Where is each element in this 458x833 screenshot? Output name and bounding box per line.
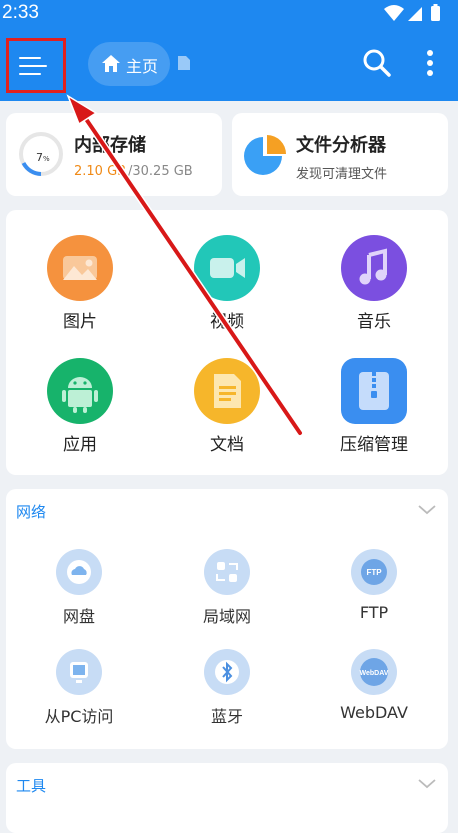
music-icon	[341, 235, 407, 301]
tools-title: 工具	[16, 777, 47, 795]
storage-total: /30.25 GB	[128, 164, 193, 179]
status-icons	[384, 4, 440, 21]
archive-icon	[341, 358, 407, 424]
file-analyzer-card[interactable]: 文件分析器 发现可清理文件	[232, 113, 448, 196]
signal-icon	[408, 7, 422, 21]
category-music[interactable]: 音乐	[314, 235, 434, 332]
category-label: 文档	[210, 435, 244, 455]
app-header: 2:33 主页	[0, 0, 458, 101]
webdav-icon: WebDAV	[351, 649, 397, 695]
storage-percent: 7%	[36, 151, 50, 164]
image-icon	[47, 235, 113, 301]
network-label: 网盘	[62, 607, 95, 626]
network-title: 网络	[16, 503, 47, 521]
analyzer-subtitle: 发现可清理文件	[296, 167, 388, 182]
storage-used: 2.10 GB	[74, 164, 127, 179]
network-label: FTP	[359, 603, 389, 622]
svg-text:WebDAV: WebDAV	[360, 670, 389, 677]
home-label: 主页	[126, 57, 159, 76]
category-label: 压缩管理	[340, 435, 408, 455]
network-label: 从PC访问	[44, 707, 114, 726]
pc-icon	[56, 649, 102, 695]
network-label: 局域网	[202, 607, 251, 626]
network-section: 网络 网盘 局域网 FTP FTP 从PC访问 蓝牙 WebDAV WebDAV	[6, 489, 448, 749]
ftp-icon: FTP	[351, 549, 397, 595]
home-icon	[102, 55, 120, 72]
network-label: 蓝牙	[210, 707, 243, 726]
hamburger-icon	[19, 57, 41, 59]
storage-title: 内部存储	[74, 135, 146, 156]
chevron-down-icon[interactable]	[418, 779, 436, 789]
internal-storage-card[interactable]: 7% 内部存储 2.10 GB /30.25 GB	[6, 113, 222, 196]
android-icon	[47, 358, 113, 424]
analyzer-title: 文件分析器	[296, 135, 386, 156]
category-label: 音乐	[357, 312, 391, 332]
wifi-icon	[384, 5, 404, 21]
battery-icon	[431, 6, 440, 21]
chevron-down-icon[interactable]	[418, 505, 436, 515]
more-options-icon[interactable]	[420, 48, 440, 78]
network-item-pc-access[interactable]: 从PC访问	[19, 649, 139, 727]
cloud-icon	[56, 549, 102, 595]
network-label: WebDAV	[340, 703, 408, 722]
lan-icon	[204, 549, 250, 595]
status-time: 2:33	[2, 2, 39, 23]
search-icon[interactable]	[362, 48, 392, 78]
svg-text:FTP: FTP	[366, 568, 382, 577]
category-video[interactable]: 视频	[167, 235, 287, 332]
document-icon	[194, 358, 260, 424]
network-item-webdav[interactable]: WebDAV WebDAV	[314, 649, 434, 722]
bluetooth-icon	[204, 649, 250, 695]
category-apps[interactable]: 应用	[20, 358, 140, 455]
category-label: 应用	[63, 435, 97, 455]
category-label: 视频	[210, 312, 244, 332]
video-icon	[194, 235, 260, 301]
pie-chart-icon	[244, 135, 286, 175]
categories-card: 图片 视频 音乐 应用 文档 压缩管理	[6, 210, 448, 475]
network-item-cloud[interactable]: 网盘	[19, 549, 139, 627]
network-item-ftp[interactable]: FTP FTP	[314, 549, 434, 622]
document-icon[interactable]	[178, 56, 190, 70]
category-documents[interactable]: 文档	[167, 358, 287, 455]
category-archives[interactable]: 压缩管理	[314, 358, 434, 455]
home-breadcrumb[interactable]: 主页	[88, 42, 170, 86]
network-item-lan[interactable]: 局域网	[167, 549, 287, 627]
menu-button[interactable]	[6, 38, 66, 93]
tools-section: 工具	[6, 763, 448, 833]
category-images[interactable]: 图片	[20, 235, 140, 332]
network-item-bluetooth[interactable]: 蓝牙	[167, 649, 287, 727]
category-label: 图片	[63, 312, 97, 332]
